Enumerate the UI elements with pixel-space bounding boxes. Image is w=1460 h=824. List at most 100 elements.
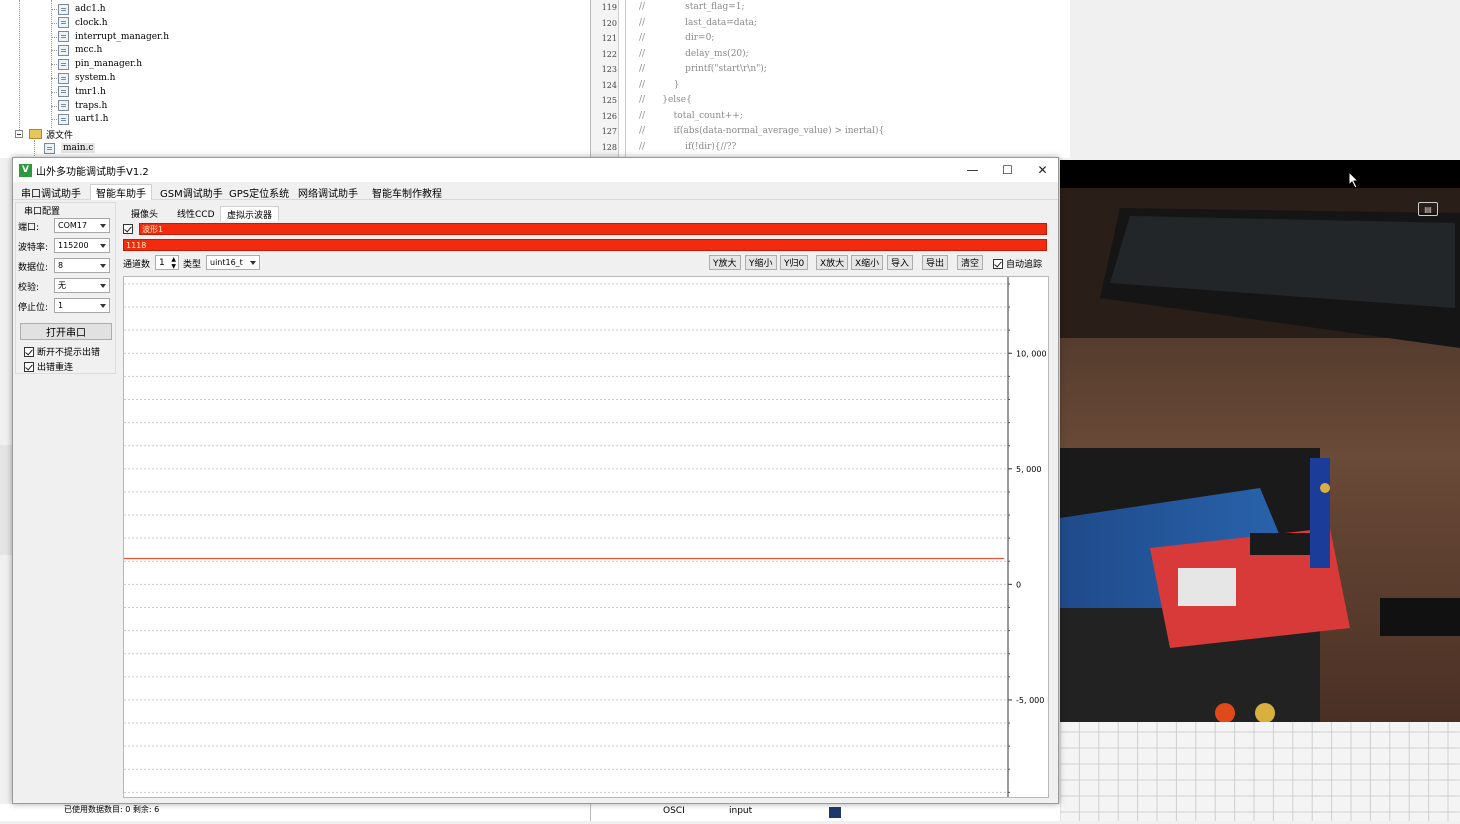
code-editor[interactable]: 119 120 121 122 123 124 125 126 127 128 // start_… bbox=[590, 0, 1070, 158]
checkbox[interactable] bbox=[24, 346, 34, 357]
x-zoom-out-button[interactable]: X缩小 bbox=[851, 255, 884, 270]
c-file-icon bbox=[44, 142, 55, 154]
maximize-button[interactable]: ☐ bbox=[990, 158, 1025, 182]
port-select[interactable]: COM17 bbox=[54, 218, 110, 233]
file-label: tmr1.h bbox=[75, 86, 106, 97]
file-label: uart1.h bbox=[75, 114, 109, 125]
tree-guide bbox=[51, 64, 57, 66]
code-line: // if(abs(data-normal_average_value) > i… bbox=[639, 126, 885, 136]
code-line: // delay_ms(20); bbox=[639, 48, 749, 59]
tab-smart-car[interactable]: 智能车助手 bbox=[90, 184, 152, 200]
line-number: 127 bbox=[601, 127, 617, 136]
parity-select[interactable]: 无 bbox=[54, 278, 110, 293]
checkbox[interactable] bbox=[993, 258, 1003, 269]
databits-label: 数据位: bbox=[18, 263, 49, 273]
line-number: 122 bbox=[601, 49, 617, 59]
import-button[interactable]: 导入 bbox=[887, 255, 914, 270]
tree-file[interactable]: traps.h bbox=[58, 99, 107, 113]
open-port-button[interactable]: 打开串口 bbox=[20, 323, 112, 340]
code-line: // } bbox=[639, 79, 680, 90]
oscilloscope-plot[interactable]: 10, 000 5, 000 0 -5, 000 bbox=[123, 276, 1049, 798]
x-zoom-in-button[interactable]: X放大 bbox=[816, 255, 849, 270]
subtitle-toggle-icon[interactable]: ▤ bbox=[1418, 202, 1438, 216]
no-error-prompt-option[interactable]: 断开不提示出错 bbox=[24, 345, 100, 358]
option-label: 自动追踪 bbox=[1006, 260, 1043, 270]
tab-virtual-oscilloscope[interactable]: 虚拟示波器 bbox=[220, 206, 280, 221]
collapse-icon[interactable] bbox=[15, 130, 23, 138]
spin-arrows-icon[interactable]: ▲ ▼ bbox=[171, 256, 176, 270]
minimize-button[interactable]: — bbox=[955, 158, 990, 182]
y-tick-label: 5, 000 bbox=[1016, 465, 1041, 474]
scope-toolbar: 通道数 1 ▲ ▼ 类型 uint16_t Y放大 Y缩小 Y归0 X放大 X缩小 … bbox=[123, 255, 1049, 271]
chevron-down-icon bbox=[100, 224, 106, 228]
tree-folder-source[interactable]: 源文件 bbox=[15, 127, 73, 141]
grid-lines bbox=[1059, 722, 1460, 821]
parity-label: 校验: bbox=[18, 283, 40, 293]
header-file-icon bbox=[58, 100, 69, 112]
code-line: // total_count++; bbox=[639, 110, 743, 121]
tab-gps[interactable]: GPS定位系统 bbox=[224, 184, 294, 200]
port-value: COM17 bbox=[58, 221, 87, 230]
wave-enable-checkbox[interactable] bbox=[123, 224, 133, 234]
y-reset-button[interactable]: Y归0 bbox=[780, 255, 809, 270]
clear-button[interactable]: 清空 bbox=[957, 255, 984, 270]
camera-frame bbox=[1060, 188, 1460, 722]
channel-count-stepper[interactable]: 1 ▲ ▼ bbox=[155, 255, 179, 270]
code-line: // start_flag=1; bbox=[639, 2, 745, 12]
chevron-down-icon bbox=[250, 261, 256, 265]
folder-icon bbox=[29, 129, 42, 139]
debug-assistant-window: V 山外多功能调试助手V1.2 — ☐ ✕ 串口调试助手 智能车助手 GSM调试… bbox=[12, 157, 1059, 804]
osci-cell: OSCI bbox=[663, 806, 685, 816]
code-line: // }else{ bbox=[639, 95, 692, 105]
folder-label: 源文件 bbox=[46, 130, 74, 141]
code-line: // dir=0; bbox=[639, 33, 715, 43]
tree-guide bbox=[51, 9, 57, 10]
export-button[interactable]: 导出 bbox=[922, 255, 949, 270]
tree-file[interactable]: clock.h bbox=[58, 16, 108, 30]
title-bar[interactable]: V 山外多功能调试助手V1.2 — ☐ ✕ bbox=[13, 158, 1058, 182]
y-tick-label: 0 bbox=[1016, 580, 1021, 589]
tab-gsm[interactable]: GSM调试助手 bbox=[155, 184, 228, 200]
lock-icon[interactable] bbox=[829, 807, 841, 818]
reconnect-option[interactable]: 出错重连 bbox=[24, 360, 73, 373]
line-number: 119 bbox=[601, 3, 617, 12]
tree-file[interactable]: pin_manager.h bbox=[58, 57, 142, 71]
line-number: 125 bbox=[601, 96, 617, 105]
databits-select[interactable]: 8 bbox=[54, 258, 110, 273]
tree-file[interactable]: mcc.h bbox=[58, 43, 102, 57]
tree-file[interactable]: system.h bbox=[58, 71, 115, 85]
tree-file[interactable]: interrupt_manager.h bbox=[58, 30, 169, 44]
file-label: adc1.h bbox=[75, 4, 106, 14]
tree-file[interactable]: uart1.h bbox=[58, 112, 108, 126]
chevron-down-icon bbox=[100, 284, 106, 288]
y-zoom-out-button[interactable]: Y缩小 bbox=[745, 255, 777, 270]
type-select[interactable]: uint16_t bbox=[206, 255, 260, 270]
close-button[interactable]: ✕ bbox=[1025, 158, 1060, 182]
y-zoom-in-button[interactable]: Y放大 bbox=[709, 255, 741, 270]
tree-guide bbox=[51, 78, 57, 79]
baud-select[interactable]: 115200 bbox=[54, 238, 110, 253]
y-tick-label: -5, 000 bbox=[1016, 696, 1044, 705]
stopbits-select[interactable]: 1 bbox=[54, 298, 110, 313]
camera-feed-window: ▤ bbox=[1060, 160, 1460, 722]
checkbox[interactable] bbox=[24, 361, 34, 372]
tab-network[interactable]: 网络调试助手 bbox=[293, 184, 363, 200]
left-toolbar-strip bbox=[0, 445, 12, 555]
baud-label: 波特率: bbox=[18, 243, 49, 253]
tree-file-main[interactable]: main.c bbox=[44, 141, 96, 155]
tree-guide bbox=[51, 105, 57, 107]
auto-track-option[interactable]: 自动追踪 bbox=[993, 257, 1042, 270]
tab-linear-ccd[interactable]: 线性CCD bbox=[171, 206, 221, 221]
option-label: 出错重连 bbox=[37, 363, 74, 373]
channel-count-value: 1 bbox=[159, 257, 165, 268]
waveform-name: 波形1 bbox=[142, 224, 164, 234]
line-number: 120 bbox=[601, 18, 617, 28]
tab-serial-assistant[interactable]: 串口调试助手 bbox=[16, 184, 86, 200]
code-line: // printf("start\r\n"); bbox=[639, 64, 767, 74]
tab-camera[interactable]: 摄像头 bbox=[125, 206, 164, 221]
tree-file[interactable]: tmr1.h bbox=[58, 85, 106, 99]
tab-tutorial[interactable]: 智能车制作教程 bbox=[367, 184, 447, 200]
project-tree: adc1.h clock.h interrupt_manager.h mcc.h pin… bbox=[0, 0, 590, 158]
tree-file[interactable]: adc1.h bbox=[58, 2, 106, 16]
waveform-row[interactable]: 波形1 bbox=[139, 223, 1047, 235]
